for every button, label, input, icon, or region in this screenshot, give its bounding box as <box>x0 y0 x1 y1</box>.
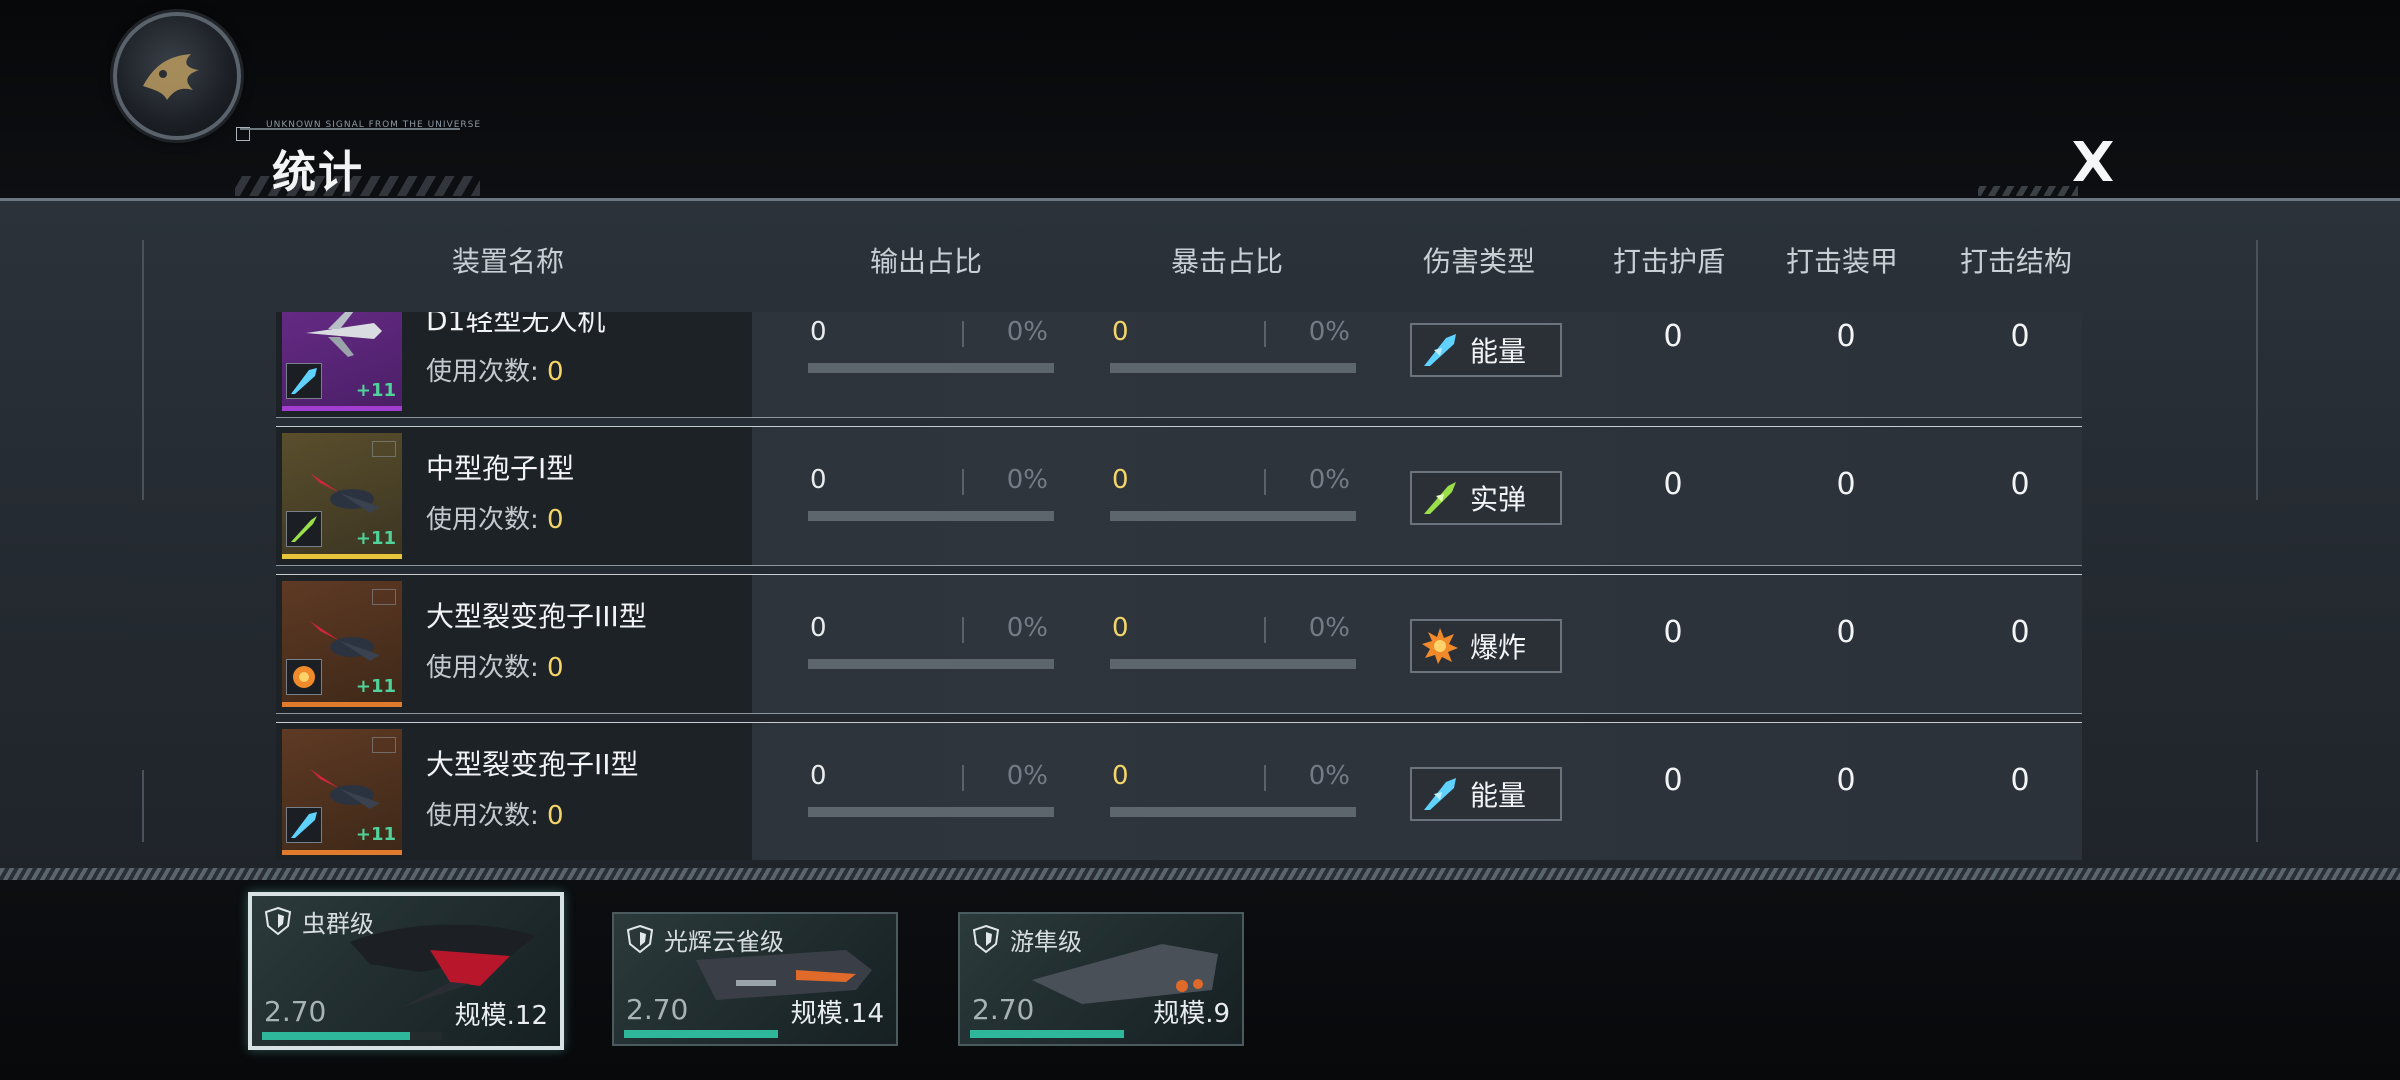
faction-emblem-icon <box>113 12 241 140</box>
device-thumbnail: +11 <box>282 433 402 559</box>
crit-share: 0 0% <box>1110 761 1356 817</box>
explosive-icon <box>286 659 322 695</box>
shield-value: 0 <box>1663 763 1683 798</box>
device-thumbnail: +11 <box>282 729 402 855</box>
energy-icon <box>286 363 322 399</box>
armor-value: 0 <box>1836 615 1856 650</box>
structure-value: 0 <box>2010 763 2030 798</box>
level-badge: +11 <box>355 528 396 549</box>
right-bracket-lower <box>2256 770 2258 842</box>
structure-value: 0 <box>2010 467 2030 502</box>
damage-type-badge: 能量 <box>1410 323 1562 377</box>
use-count: 使用次数: 0 <box>426 653 564 683</box>
ship-card-peregrine[interactable]: 游隼级 2.70 规模.9 <box>958 912 1244 1046</box>
use-count: 使用次数: 0 <box>426 801 564 831</box>
use-count: 使用次数: 0 <box>426 505 564 535</box>
col-header-output: 输出占比 <box>870 245 983 278</box>
ship-rate: 2.70 <box>264 995 327 1028</box>
slot-icon <box>372 737 396 753</box>
damage-type-badge: 能量 <box>1410 767 1562 821</box>
rarity-bar <box>282 406 402 411</box>
col-header-structure: 打击结构 <box>1960 245 2073 278</box>
crit-share: 0 0% <box>1110 613 1356 669</box>
device-name: 大型裂变孢子III型 <box>426 600 647 633</box>
col-header-crit: 暴击占比 <box>1171 245 1284 278</box>
ship-progress <box>262 1032 442 1040</box>
page-title: 统计 <box>272 147 364 198</box>
slot-icon <box>372 589 396 605</box>
level-badge: +11 <box>355 380 396 401</box>
ship-scale: 规模.12 <box>454 1001 548 1031</box>
table-row[interactable]: +11 大型裂变孢子II型 使用次数: 0 0 0% 0 0% 能量 0 0 0 <box>276 722 2082 860</box>
structure-value: 0 <box>2010 319 2030 354</box>
damage-type-badge: 爆炸 <box>1410 619 1562 673</box>
crit-share: 0 0% <box>1110 317 1356 373</box>
drone-icon <box>306 312 382 357</box>
ship-rate: 2.70 <box>972 993 1035 1026</box>
damage-type-badge: 实弹 <box>1410 471 1562 525</box>
structure-value: 0 <box>2010 615 2030 650</box>
explosive-icon <box>1422 628 1458 664</box>
slot-icon <box>372 441 396 457</box>
shield-icon <box>626 924 654 954</box>
table-row[interactable]: +11 大型裂变孢子III型 使用次数: 0 0 0% 0 0% 爆炸 0 0 0 <box>276 574 2082 714</box>
ship-scale: 规模.14 <box>790 999 884 1029</box>
kinetic-icon <box>286 511 322 547</box>
rarity-bar <box>282 554 402 559</box>
energy-icon <box>1424 334 1456 366</box>
stats-table[interactable]: +11 D1轻型无人机 使用次数: 0 0 0% 0 0% 能量 0 0 0 +… <box>276 312 2082 860</box>
col-header-damage-type: 伤害类型 <box>1423 245 1536 278</box>
shield-icon <box>972 924 1000 954</box>
col-header-armor: 打击装甲 <box>1786 245 1899 278</box>
right-bracket <box>2256 240 2258 500</box>
close-icon <box>2073 141 2113 181</box>
rarity-bar <box>282 702 402 707</box>
armor-value: 0 <box>1836 467 1856 502</box>
kinetic-icon <box>1424 482 1456 514</box>
level-badge: +11 <box>355 824 396 845</box>
ship-progress <box>624 1030 778 1038</box>
ship-card-swarm[interactable]: 虫群级 2.70 规模.12 <box>248 892 564 1050</box>
use-count: 使用次数: 0 <box>426 357 564 387</box>
rarity-bar <box>282 850 402 855</box>
output-share: 0 0% <box>808 317 1054 373</box>
col-header-shield: 打击护盾 <box>1613 245 1726 278</box>
ship-scale: 规模.9 <box>1153 999 1230 1029</box>
shield-value: 0 <box>1663 615 1683 650</box>
device-thumbnail: +11 <box>282 581 402 707</box>
ship-progress <box>970 1030 1124 1038</box>
device-name: 中型孢子I型 <box>426 452 575 485</box>
energy-icon <box>286 807 322 843</box>
table-row[interactable]: +11 中型孢子I型 使用次数: 0 0 0% 0 0% 实弹 0 0 0 <box>276 426 2082 566</box>
device-name: D1轻型无人机 <box>426 312 606 337</box>
left-bracket-lower <box>142 770 144 842</box>
energy-icon <box>1424 778 1456 810</box>
armor-value: 0 <box>1836 763 1856 798</box>
shield-icon <box>264 906 292 936</box>
left-bracket <box>142 240 144 500</box>
subtitle: UNKNOWN SIGNAL FROM THE UNIVERSE <box>266 120 482 130</box>
armor-value: 0 <box>1836 319 1856 354</box>
output-share: 0 0% <box>808 761 1054 817</box>
device-name: 大型裂变孢子II型 <box>426 748 639 781</box>
panel-divider <box>0 868 2400 880</box>
close-button[interactable] <box>2060 128 2126 194</box>
ship-card-radiant-lark[interactable]: 光辉云雀级 2.70 规模.14 <box>612 912 898 1046</box>
shield-value: 0 <box>1663 467 1683 502</box>
ship-rate: 2.70 <box>626 993 689 1026</box>
level-badge: +11 <box>355 676 396 697</box>
crit-share: 0 0% <box>1110 465 1356 521</box>
output-share: 0 0% <box>808 613 1054 669</box>
shield-value: 0 <box>1663 319 1683 354</box>
device-thumbnail: +11 <box>282 312 402 411</box>
col-header-name: 装置名称 <box>452 245 565 278</box>
output-share: 0 0% <box>808 465 1054 521</box>
table-row[interactable]: +11 D1轻型无人机 使用次数: 0 0 0% 0 0% 能量 0 0 0 <box>276 312 2082 418</box>
